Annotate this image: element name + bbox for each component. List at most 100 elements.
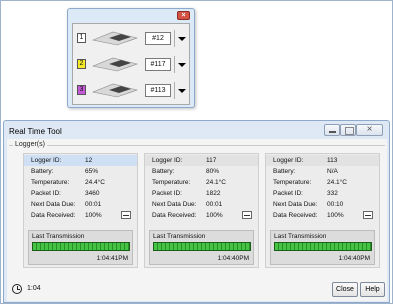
data-received-value: 100% [327,212,344,219]
logger-selector-list: 1 #12 2 #117 3 #113 [72,23,190,105]
battery-row: Battery: 80% [145,166,258,177]
trend-icon[interactable] [242,211,252,219]
next-data-due-value: 00:10 [327,201,344,208]
battery-row: Battery: 65% [24,166,137,177]
loggers-group-label: Logger(s) [13,141,47,148]
packet-id-value: 3460 [85,190,100,197]
temperature-label: Temperature: [31,179,70,186]
logger-id-label: Logger ID: [152,157,183,164]
status-bar: 1:04 Close Help [7,279,387,301]
last-transmission-time: 1:04:41PM [96,255,128,262]
window-client-area: Logger(s) Logger ID: 12 Battery: 65% Tempe… [7,139,387,301]
trend-icon[interactable] [121,211,131,219]
temperature-value: 24.1°C [327,179,347,186]
next-data-due-label: Next Data Due: [31,201,76,208]
temperature-row: Temperature: 24.1°C [266,177,379,188]
logger-id-label: Logger ID: [273,157,304,164]
trend-icon[interactable] [363,211,373,219]
next-data-due-label: Next Data Due: [273,201,318,208]
logger-id-field[interactable]: #117 [145,58,171,71]
temperature-label: Temperature: [152,179,191,186]
last-transmission-time: 1:04:40PM [338,255,370,262]
packet-id-label: Packet ID: [152,190,182,197]
data-received-label: Data Received: [31,212,76,219]
logger-index-badge: 1 [77,33,86,43]
logger-index-badge: 2 [77,59,86,69]
logger-panel: Logger ID: 12 Battery: 65% Temperature: 24.… [23,153,138,268]
logger-id-value: 113 [327,157,338,164]
last-transmission-label: Last Transmission [32,233,85,240]
logger-selector-row[interactable]: 3 #113 [75,78,187,102]
last-transmission-box: Last Transmission 1:04:40PM [270,230,375,265]
logger-device-icon [91,31,139,46]
last-transmission-label: Last Transmission [274,233,327,240]
battery-value: 80% [206,168,220,175]
packet-id-value: 332 [327,190,338,197]
transmission-bar-fill [154,243,250,250]
temperature-value: 24.4°C [85,179,105,186]
data-received-row: Data Received: 100% [24,210,137,221]
battery-label: Battery: [273,168,296,175]
packet-id-row: Packet ID: 1822 [145,188,258,199]
last-transmission-label: Last Transmission [153,233,206,240]
logger-index-badge: 3 [77,85,86,95]
close-button[interactable]: Close [332,282,358,297]
logger-id-row: Logger ID: 117 [145,155,258,166]
logger-id-row: Logger ID: 12 [24,155,137,166]
last-transmission-box: Last Transmission 1:04:40PM [149,230,254,265]
battery-label: Battery: [152,168,175,175]
last-transmission-time: 1:04:40PM [217,255,249,262]
logger-id-value: 117 [206,157,217,164]
real-time-tool-window: Real Time Tool Logger(s) Logger ID: 12 Ba… [3,120,390,303]
temperature-row: Temperature: 24.1°C [145,177,258,188]
transmission-bar [274,242,372,251]
help-button[interactable]: Help [360,282,385,297]
packet-id-value: 1822 [206,190,221,197]
logger-id-value: 12 [85,157,93,164]
logger-device-icon [91,57,139,72]
minimize-button[interactable] [324,124,340,136]
window-close-button[interactable] [356,124,383,136]
logger-panel: Logger ID: 113 Battery: N/A Temperature: 24… [265,153,380,268]
next-data-due-row: Next Data Due: 00:01 [24,199,137,210]
temperature-row: Temperature: 24.4°C [24,177,137,188]
next-data-due-value: 00:01 [85,201,102,208]
data-received-value: 100% [85,212,102,219]
data-received-value: 100% [206,212,223,219]
clock-icon [12,284,22,294]
transmission-bar-fill [33,243,129,250]
logger-device-icon [91,83,139,98]
status-time: 1:04 [27,285,41,292]
logger-id-row: Logger ID: 113 [266,155,379,166]
logger-id-field[interactable]: #12 [145,32,171,45]
next-data-due-row: Next Data Due: 00:10 [266,199,379,210]
chevron-down-icon[interactable] [174,82,187,99]
logger-selector-row[interactable]: 2 #117 [75,52,187,76]
data-received-label: Data Received: [273,212,318,219]
packet-id-row: Packet ID: 332 [266,188,379,199]
transmission-bar [153,242,251,251]
last-transmission-box: Last Transmission 1:04:41PM [28,230,133,265]
logger-id-field[interactable]: #113 [145,84,171,97]
logger-selector-window: × 1 #12 2 #117 3 #113 [67,8,195,108]
temperature-value: 24.1°C [206,179,226,186]
maximize-button[interactable] [340,124,356,136]
close-icon[interactable]: × [177,11,190,20]
data-received-row: Data Received: 100% [145,210,258,221]
logger-selector-row[interactable]: 1 #12 [75,26,187,50]
next-data-due-value: 00:01 [206,201,223,208]
group-divider [9,145,385,146]
next-data-due-row: Next Data Due: 00:01 [145,199,258,210]
data-received-row: Data Received: 100% [266,210,379,221]
chevron-down-icon[interactable] [174,30,187,47]
battery-row: Battery: N/A [266,166,379,177]
battery-label: Battery: [31,168,54,175]
logger-panel: Logger ID: 117 Battery: 80% Temperature: 24… [144,153,259,268]
transmission-bar [32,242,130,251]
chevron-down-icon[interactable] [174,56,187,73]
packet-id-row: Packet ID: 3460 [24,188,137,199]
next-data-due-label: Next Data Due: [152,201,197,208]
battery-value: N/A [327,168,338,175]
temperature-label: Temperature: [273,179,312,186]
battery-value: 65% [85,168,99,175]
